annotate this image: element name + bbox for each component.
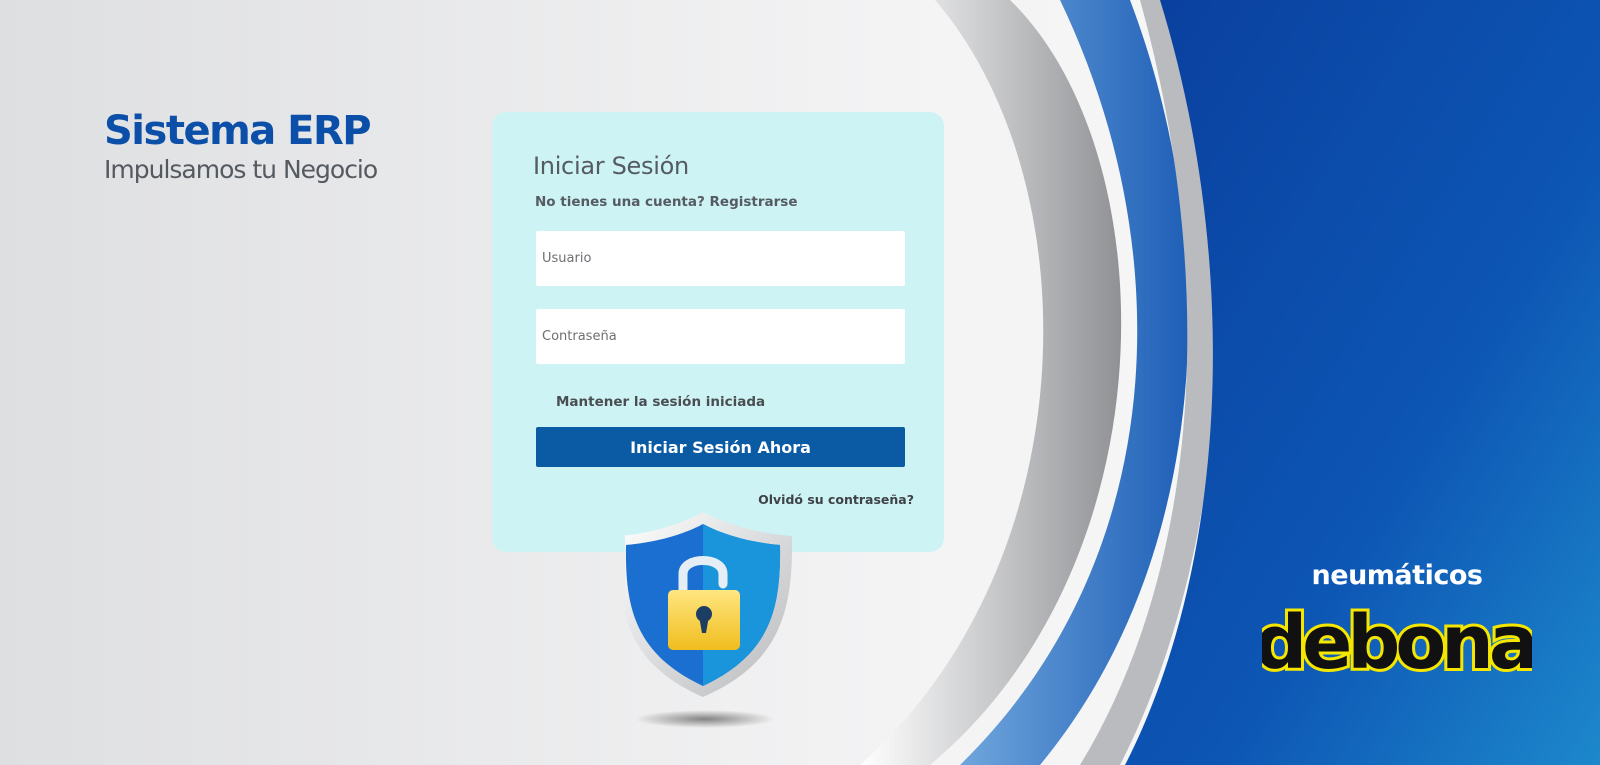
remember-me[interactable]: Mantener la sesión iniciada bbox=[538, 394, 765, 410]
password-input[interactable] bbox=[536, 309, 905, 364]
brand-block: Sistema ERP Impulsamos tu Negocio bbox=[104, 108, 378, 186]
company-logo: neumáticos debona bbox=[1262, 560, 1532, 695]
login-button[interactable]: Iniciar Sesión Ahora bbox=[536, 427, 905, 467]
login-card: Iniciar Sesión No tienes una cuenta? Reg… bbox=[492, 112, 944, 552]
shield-lock-icon bbox=[625, 512, 793, 728]
logo-wordmark: debona bbox=[1262, 597, 1532, 682]
remember-label: Mantener la sesión iniciada bbox=[556, 394, 766, 410]
brand-title: Sistema ERP bbox=[104, 108, 372, 154]
no-account-text: No tienes una cuenta? bbox=[535, 194, 705, 210]
login-title: Iniciar Sesión bbox=[533, 152, 689, 180]
register-prompt: No tienes una cuenta? Registrarse bbox=[535, 194, 797, 210]
username-input[interactable] bbox=[536, 231, 905, 286]
register-link[interactable]: Registrarse bbox=[710, 194, 798, 210]
forgot-password-link[interactable]: Olvidó su contraseña? bbox=[758, 492, 914, 507]
logo-wordmark-text: debona bbox=[1262, 600, 1532, 682]
logo-top-text: neumáticos bbox=[1311, 560, 1483, 591]
brand-subtitle: Impulsamos tu Negocio bbox=[104, 155, 378, 184]
